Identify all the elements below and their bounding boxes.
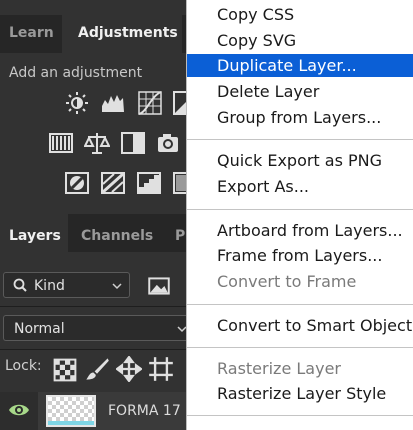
filter-kind-value: Kind [34,278,65,294]
layer-row[interactable]: FORMA 17 [0,392,190,430]
adjustments-tabbar: Learn Adjustments [0,15,190,53]
color-balance-icon[interactable] [83,130,111,156]
menu-separator [187,347,413,348]
menu-item-artboard-from-layers[interactable]: Artboard from Layers... [187,219,413,242]
tab-adjustments[interactable]: Adjustments [62,15,182,53]
context-menu: Copy CSS Copy SVG Duplicate Layer... Del… [186,0,413,430]
adjustments-caption: Add an adjustment [9,65,143,81]
blend-mode-select[interactable]: Normal [3,315,193,341]
filter-kind-select[interactable]: Kind [3,272,130,298]
menu-separator [187,415,413,416]
photo-filter-icon[interactable] [156,130,180,156]
menu-separator [187,209,413,210]
layer-thumbnail-shape [48,421,94,425]
menu-item-group-from-layers[interactable]: Group from Layers... [187,106,413,129]
layers-tabbar: Layers Channels P [0,214,190,258]
curves-icon[interactable] [137,90,163,116]
tab-learn[interactable]: Learn [0,15,62,53]
levels-icon[interactable] [100,90,126,116]
lock-transparent-pixels-icon[interactable] [52,357,77,382]
blend-mode-value: Normal [14,321,65,337]
brightness-contrast-icon[interactable] [64,90,90,116]
menu-item-convert-to-smart-object[interactable]: Convert to Smart Object [187,314,413,337]
search-icon [13,273,27,308]
menu-item-copy-css[interactable]: Copy CSS [187,3,413,26]
menu-separator [187,304,413,305]
menu-separator [187,139,413,140]
chevron-down-icon [111,273,123,308]
menu-item-delete-layer[interactable]: Delete Layer [187,80,413,103]
layer-name[interactable]: FORMA 17 [108,403,181,419]
threshold-icon[interactable] [136,170,162,196]
menu-item-rasterize-layer-style[interactable]: Rasterize Layer Style [187,382,413,405]
vibrance-icon[interactable] [48,130,74,156]
menu-item-rasterize-layer: Rasterize Layer [217,359,341,378]
divider [0,306,190,307]
invert-icon[interactable] [64,170,90,196]
menu-item-copy-svg[interactable]: Copy SVG [187,29,413,52]
menu-item-export-as[interactable]: Export As... [187,175,413,198]
black-white-icon[interactable] [120,130,146,156]
photoshop-panel: Learn Adjustments Add an adjustment Laye… [0,0,193,430]
tab-layers[interactable]: Layers [0,214,68,258]
tab-channels[interactable]: Channels [68,214,166,252]
lock-position-icon[interactable] [115,355,143,383]
menu-item-duplicate-layer[interactable]: Duplicate Layer... [187,54,413,77]
layer-thumbnail[interactable] [46,395,96,427]
visibility-toggle[interactable] [0,392,38,430]
lock-artboard-icon[interactable] [148,356,173,381]
divider [0,349,190,350]
menu-item-quick-export-png[interactable]: Quick Export as PNG [187,149,413,172]
lock-label: Lock: [5,358,42,374]
image-filter-icon[interactable] [146,273,170,297]
posterize-icon[interactable] [100,170,126,196]
menu-item-frame-from-layers[interactable]: Frame from Layers... [187,244,413,267]
eye-icon [8,402,30,422]
lock-image-pixels-icon[interactable] [84,356,109,380]
menu-item-convert-to-frame: Convert to Frame [217,272,357,291]
